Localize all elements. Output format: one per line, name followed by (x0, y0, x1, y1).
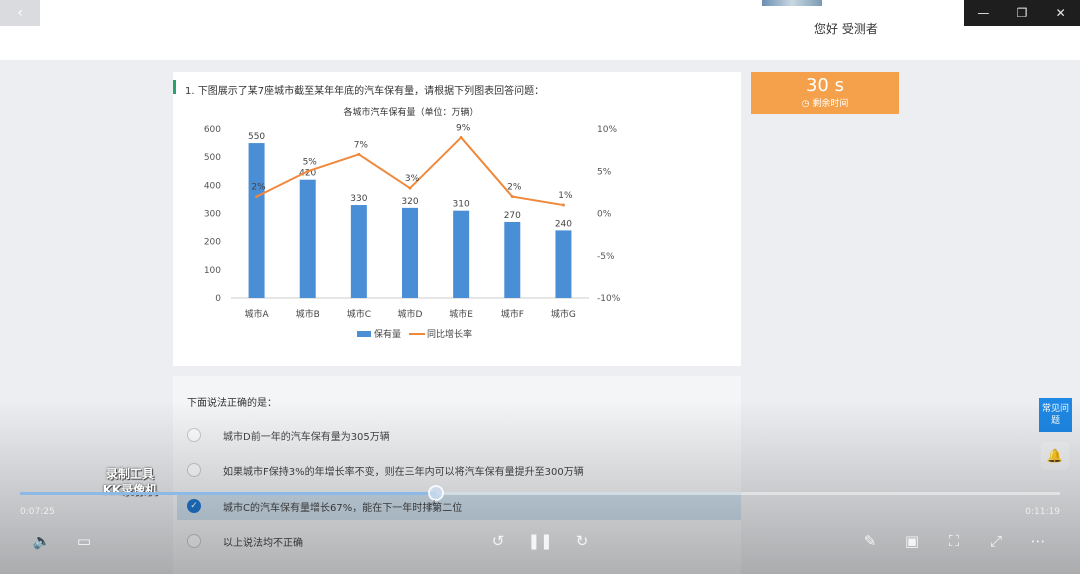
forward-icon[interactable]: ↻ (570, 530, 594, 552)
option-text: 城市C的汽车保有量增长67%，能在下一年时排第二位 (223, 502, 463, 514)
growth-point-5 (459, 135, 463, 139)
answer-options-card: 下面说法正确的是： 城市D前一年的汽车保有量为305万辆 如果城市F保持3%的年… (173, 376, 741, 574)
subtitle-icon[interactable]: ▭ (72, 530, 96, 552)
minimize-icon[interactable]: — (964, 0, 1003, 26)
watermark-line1: 录制工具 (105, 467, 154, 481)
progress-fill (20, 492, 436, 495)
option-text: 城市D前一年的汽车保有量为305万辆 (223, 431, 390, 443)
y-left-tick-label: 500 (204, 153, 221, 163)
more-icon[interactable]: ⋯ (1026, 530, 1050, 552)
growth-label: 5% (303, 157, 318, 167)
bar-value-label: 270 (504, 211, 521, 221)
legend-bar-swatch (357, 331, 371, 337)
y-left-tick-label: 0 (215, 294, 221, 304)
x-tick-label: 城市D (398, 308, 423, 320)
y-right-tick-label: 5% (597, 167, 612, 177)
x-tick-label: 城市B (296, 308, 320, 320)
current-time: 0:07:25 (20, 507, 55, 517)
option-c[interactable]: ✓ 城市C的汽车保有量增长67%，能在下一年时排第二位 (177, 492, 741, 520)
legend-bar-label: 保有量 (374, 328, 401, 340)
y-right-tick-label: 10% (597, 125, 617, 135)
option-a[interactable]: 城市D前一年的汽车保有量为305万辆 (177, 421, 741, 449)
growth-label: 9% (456, 123, 471, 133)
y-right-tick-label: -10% (597, 294, 621, 304)
growth-point-4 (408, 186, 412, 190)
option-b[interactable]: 如果城市F保持3%的年增长率不变，则在三年内可以将汽车保有量提升至300万辆 (177, 456, 741, 484)
x-tick-label: 城市C (347, 308, 371, 320)
rewind-icon[interactable]: ↺ (486, 530, 510, 552)
x-tick-label: 城市E (449, 308, 473, 320)
window-controls: — ❐ ✕ (964, 0, 1080, 26)
legend-line-label: 同比增长率 (427, 328, 472, 340)
timer-value: 30 s (805, 75, 844, 96)
bar-2 (299, 179, 316, 298)
radio-icon[interactable] (187, 534, 201, 548)
pen-icon[interactable]: ✎ (858, 530, 882, 552)
faq-button[interactable]: 常见问题 (1039, 398, 1072, 432)
total-time: 0:11:19 (1025, 507, 1060, 517)
bar-6 (504, 221, 521, 298)
countdown-timer: 30 s ◷ 剩余时间 (751, 72, 899, 114)
y-right-tick-label: -5% (597, 252, 615, 262)
y-left-tick-label: 600 (204, 125, 221, 135)
window-icon[interactable]: ▣ (900, 530, 924, 552)
growth-point-2 (306, 169, 310, 173)
user-avatar (762, 0, 822, 6)
volume-icon[interactable]: 🔈 (30, 530, 54, 552)
y-left-tick-label: 300 (204, 210, 221, 220)
x-tick-label: 城市F (501, 308, 524, 320)
growth-label: 2% (251, 183, 266, 193)
bar-value-label: 320 (401, 197, 418, 207)
option-d[interactable]: 以上说法均不正确 (177, 527, 741, 555)
radio-icon[interactable] (187, 428, 201, 442)
x-tick-label: 城市G (551, 308, 576, 320)
bar-7 (555, 230, 572, 298)
question-card: 1. 下图展示了某7座城市截至某年年底的汽车保有量，请根据下列图表回答问题： 各… (173, 72, 741, 366)
bell-icon[interactable]: 🔔 (1041, 442, 1069, 470)
y-left-tick-label: 100 (204, 266, 221, 276)
bar-value-label: 330 (350, 194, 367, 204)
growth-point-1 (255, 195, 259, 199)
option-text: 如果城市F保持3%的年增长率不变，则在三年内可以将汽车保有量提升至300万辆 (223, 466, 584, 478)
bar-value-label: 310 (453, 200, 470, 210)
bar-1 (248, 143, 265, 298)
watermark-line2: KK录像机 (102, 483, 158, 497)
bar-5 (453, 210, 470, 298)
close-icon[interactable]: ✕ (1041, 0, 1080, 26)
progress-bar[interactable] (20, 485, 1060, 501)
growth-label: 1% (558, 191, 573, 201)
vehicle-ownership-chart: 0100200300400500600-10%-5%0%5%10%5504203… (204, 123, 621, 340)
growth-label: 3% (405, 174, 420, 184)
mouse-cursor-icon: ☝ (428, 498, 437, 514)
bar-4 (402, 207, 418, 298)
growth-label: 7% (354, 140, 369, 150)
bar-value-label: 550 (248, 132, 265, 142)
pause-icon[interactable]: ❚❚ (527, 530, 552, 552)
bar-value-label: 240 (555, 219, 572, 229)
radio-icon[interactable] (187, 463, 201, 477)
fullscreen-icon[interactable]: ⤢ (984, 530, 1008, 552)
y-left-tick-label: 200 (204, 238, 221, 248)
y-left-tick-label: 400 (204, 181, 221, 191)
growth-point-7 (561, 203, 565, 207)
top-bar: ‹ 您好 受测者 — ❐ ✕ (0, 0, 1080, 60)
screenshot-icon[interactable]: ⛶ (942, 530, 966, 552)
growth-point-3 (357, 152, 361, 156)
x-tick-label: 城市A (244, 308, 269, 320)
growth-label: 2% (507, 183, 522, 193)
restore-icon[interactable]: ❐ (1003, 0, 1042, 26)
user-greeting: 您好 受测者 (814, 22, 878, 36)
bar-3 (350, 205, 367, 298)
back-arrow-icon[interactable]: ‹ (0, 0, 40, 26)
options-prompt: 下面说法正确的是： (187, 398, 277, 409)
timer-label: ◷ 剩余时间 (801, 99, 849, 109)
option-text: 以上说法均不正确 (223, 537, 303, 549)
radio-checked-icon[interactable]: ✓ (187, 499, 201, 513)
growth-point-6 (510, 195, 514, 199)
y-right-tick-label: 0% (597, 210, 612, 220)
